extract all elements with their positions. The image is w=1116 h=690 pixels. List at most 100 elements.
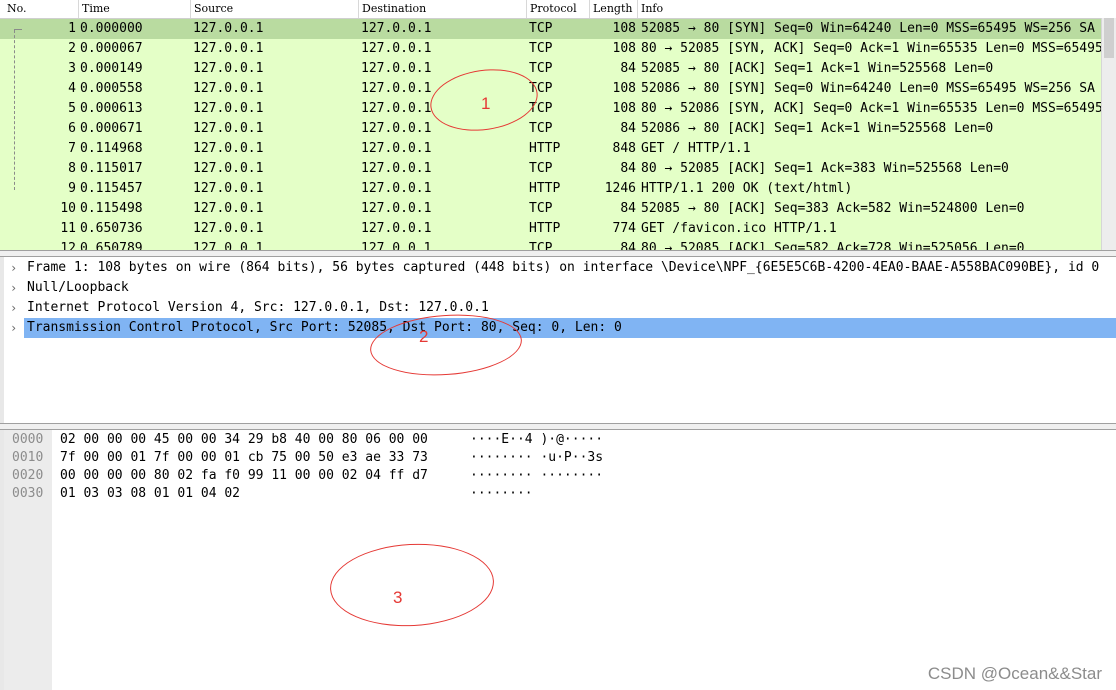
packet-row[interactable]: 12 0.650789 127.0.0.1 127.0.0.1 TCP 84 8… [0, 239, 1102, 250]
packet-info: 80 → 52085 [ACK] Seq=1 Ack=383 Win=52556… [641, 161, 1009, 176]
packet-no: 10 [60, 201, 76, 216]
packet-list-header: No. Time Source Destination Protocol Len… [0, 0, 1116, 19]
byte-offset: 0020 [12, 468, 44, 483]
column-separator[interactable] [589, 0, 590, 18]
packet-row[interactable]: 5 0.000613 127.0.0.1 127.0.0.1 TCP 108 8… [0, 99, 1103, 119]
packet-destination: 127.0.0.1 [361, 181, 432, 196]
packet-source: 127.0.0.1 [193, 201, 264, 216]
expand-arrow-icon[interactable]: › [10, 258, 17, 278]
expand-arrow-icon[interactable]: › [10, 278, 17, 298]
column-separator[interactable] [526, 0, 527, 18]
packet-time: 0.650736 [80, 221, 143, 236]
column-separator[interactable] [190, 0, 191, 18]
packet-protocol: HTTP [529, 141, 561, 156]
packet-no: 2 [68, 41, 76, 56]
packet-row[interactable]: 2 0.000067 127.0.0.1 127.0.0.1 TCP 108 8… [0, 39, 1103, 59]
packet-length: 84 [620, 61, 636, 76]
packet-list-scrollbar[interactable] [1101, 18, 1116, 250]
packet-row[interactable]: 6 0.000671 127.0.0.1 127.0.0.1 TCP 84 52… [0, 119, 1102, 139]
packet-row[interactable]: 4 0.000558 127.0.0.1 127.0.0.1 TCP 108 5… [0, 79, 1102, 99]
packet-list-pane[interactable]: No. Time Source Destination Protocol Len… [0, 0, 1116, 250]
byte-hex[interactable]: 01 03 03 08 01 01 04 02 [60, 485, 240, 503]
byte-ascii[interactable]: ····E··4 )·@····· [470, 431, 603, 449]
conversation-bracket-line [14, 30, 16, 190]
packet-length: 108 [612, 101, 636, 116]
column-header-info[interactable]: Info [641, 2, 663, 15]
packet-no: 11 [60, 221, 76, 236]
column-header-source[interactable]: Source [194, 2, 233, 15]
byte-ascii[interactable]: ········ [470, 485, 533, 503]
packet-protocol: TCP [529, 121, 553, 136]
byte-hex[interactable]: 00 00 00 00 80 02 fa f0 99 11 00 00 02 0… [60, 467, 428, 485]
column-header-no[interactable]: No. [7, 2, 27, 15]
detail-text: Frame 1: 108 bytes on wire (864 bits), 5… [27, 260, 1100, 275]
packet-length: 108 [612, 81, 636, 96]
packet-no: 8 [68, 161, 76, 176]
byte-ascii[interactable]: ········ ·u·P··3s [470, 449, 603, 467]
packet-row[interactable]: 11 0.650736 127.0.0.1 127.0.0.1 HTTP 774… [0, 219, 1102, 239]
packet-length: 84 [620, 121, 636, 136]
packet-destination: 127.0.0.1 [361, 161, 432, 176]
byte-offset: 0010 [12, 450, 44, 465]
byte-line[interactable]: 0010 7f 00 00 01 7f 00 00 01 cb 75 00 50… [0, 449, 700, 467]
column-separator[interactable] [78, 0, 79, 18]
column-header-protocol[interactable]: Protocol [530, 2, 577, 15]
packet-row[interactable]: 10 0.115498 127.0.0.1 127.0.0.1 TCP 84 5… [0, 199, 1102, 219]
byte-line[interactable]: 0020 00 00 00 00 80 02 fa f0 99 11 00 00… [0, 467, 700, 485]
packet-bytes-pane[interactable]: 0000 02 00 00 00 45 00 00 34 29 b8 40 00… [0, 430, 1116, 690]
packet-row[interactable]: 1 0.000000 127.0.0.1 127.0.0.1 TCP 108 5… [0, 19, 1102, 39]
column-header-destination[interactable]: Destination [362, 2, 426, 15]
packet-length: 108 [612, 21, 636, 36]
packet-info: 80 → 52086 [SYN, ACK] Seq=0 Ack=1 Win=65… [641, 101, 1103, 116]
packet-source: 127.0.0.1 [193, 21, 264, 36]
packet-source: 127.0.0.1 [193, 81, 264, 96]
packet-info: GET /favicon.ico HTTP/1.1 [641, 221, 837, 236]
packet-length: 108 [612, 41, 636, 56]
column-separator[interactable] [358, 0, 359, 18]
packet-info: HTTP/1.1 200 OK (text/html) [641, 181, 853, 196]
packet-source: 127.0.0.1 [193, 181, 264, 196]
pane-splitter[interactable] [0, 423, 1116, 430]
packet-destination: 127.0.0.1 [361, 101, 432, 116]
packet-length: 84 [620, 201, 636, 216]
packet-source: 127.0.0.1 [193, 141, 264, 156]
packet-destination: 127.0.0.1 [361, 21, 432, 36]
packet-row[interactable]: 9 0.115457 127.0.0.1 127.0.0.1 HTTP 1246… [0, 179, 1102, 199]
watermark: CSDN @Ocean&&Star [927, 664, 1102, 683]
packet-time: 0.114968 [80, 141, 143, 156]
packet-row[interactable]: 3 0.000149 127.0.0.1 127.0.0.1 TCP 84 52… [0, 59, 1102, 79]
packet-no: 4 [68, 81, 76, 96]
packet-details-pane[interactable]: › Frame 1: 108 bytes on wire (864 bits),… [0, 257, 1116, 423]
byte-hex[interactable]: 02 00 00 00 45 00 00 34 29 b8 40 00 80 0… [60, 431, 428, 449]
packet-info: 52086 → 80 [SYN] Seq=0 Win=64240 Len=0 M… [641, 81, 1095, 96]
packet-length: 774 [612, 221, 636, 236]
packet-time: 0.115017 [80, 161, 143, 176]
packet-destination: 127.0.0.1 [361, 221, 432, 236]
byte-line[interactable]: 0000 02 00 00 00 45 00 00 34 29 b8 40 00… [0, 431, 700, 449]
scrollbar-thumb[interactable] [1104, 18, 1114, 58]
packet-row[interactable]: 7 0.114968 127.0.0.1 127.0.0.1 HTTP 848 … [0, 139, 1102, 159]
packet-row[interactable]: 8 0.115017 127.0.0.1 127.0.0.1 TCP 84 80… [0, 159, 1102, 179]
packet-protocol: TCP [529, 61, 553, 76]
packet-no: 7 [68, 141, 76, 156]
packet-destination: 127.0.0.1 [361, 241, 432, 250]
detail-row-frame[interactable]: › Frame 1: 108 bytes on wire (864 bits),… [4, 258, 1116, 278]
expand-arrow-icon[interactable]: › [10, 318, 17, 338]
byte-line[interactable]: 0030 01 03 03 08 01 01 04 02 ········ [0, 485, 700, 503]
column-separator[interactable] [637, 0, 638, 18]
packet-protocol: TCP [529, 201, 553, 216]
packet-destination: 127.0.0.1 [361, 141, 432, 156]
expand-arrow-icon[interactable]: › [10, 298, 17, 318]
packet-time: 0.115457 [80, 181, 143, 196]
byte-ascii[interactable]: ········ ········ [470, 467, 603, 485]
detail-row-ipv4[interactable]: › Internet Protocol Version 4, Src: 127.… [4, 298, 1116, 318]
byte-hex[interactable]: 7f 00 00 01 7f 00 00 01 cb 75 00 50 e3 a… [60, 449, 428, 467]
packet-no: 12 [60, 241, 76, 250]
detail-row-null-loopback[interactable]: › Null/Loopback [4, 278, 1116, 298]
packet-protocol: TCP [529, 241, 553, 250]
column-header-length[interactable]: Length [593, 2, 632, 15]
column-header-time[interactable]: Time [82, 2, 110, 15]
detail-row-tcp[interactable]: › Transmission Control Protocol, Src Por… [4, 318, 1116, 338]
pane-splitter[interactable] [0, 250, 1116, 257]
packet-info: 52085 → 80 [ACK] Seq=383 Ack=582 Win=524… [641, 201, 1025, 216]
